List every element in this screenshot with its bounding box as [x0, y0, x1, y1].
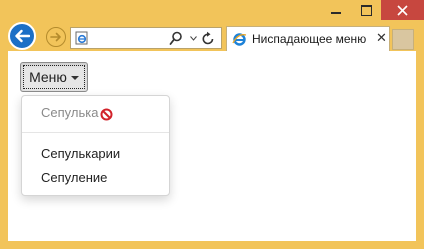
close-window-button[interactable] — [381, 0, 424, 20]
dropdown-item-label: Сепулькарии — [41, 146, 121, 161]
tab-active[interactable]: Ниспадающее меню ✕ — [226, 26, 390, 51]
address-bar[interactable] — [70, 27, 222, 49]
ie-logo-icon — [232, 33, 247, 46]
dropdown-chevron-icon[interactable] — [189, 31, 197, 45]
forward-arrow-icon — [50, 32, 61, 42]
dropdown-menu: Сепулька Сепулькарии Сепуление — [21, 95, 170, 196]
ie-page-icon — [75, 31, 88, 45]
dropdown-item[interactable]: Сепуление — [22, 167, 169, 189]
back-arrow-icon — [15, 29, 30, 43]
search-icon[interactable] — [169, 31, 183, 46]
caret-down-icon — [70, 76, 79, 80]
menu-button-label: Меню — [29, 69, 67, 85]
dropdown-divider — [22, 132, 169, 133]
page-content: Меню Сепулька Сепулькарии Сепуление — [8, 51, 416, 241]
new-tab-button[interactable] — [392, 29, 414, 50]
dropdown-item-label: Сепуление — [41, 170, 108, 185]
back-button[interactable] — [8, 22, 36, 50]
tab-title: Ниспадающее меню — [252, 32, 367, 46]
maximize-icon — [360, 4, 372, 16]
not-allowed-cursor-icon — [100, 108, 113, 121]
tab-close-icon[interactable]: ✕ — [376, 31, 387, 46]
dropdown-item[interactable]: Сепулькарии — [22, 143, 169, 165]
maximize-button[interactable] — [351, 0, 381, 20]
forward-button[interactable] — [46, 27, 66, 47]
close-icon — [397, 4, 408, 16]
minimize-button[interactable] — [321, 0, 351, 20]
dropdown-item-disabled[interactable]: Сепулька — [22, 102, 169, 124]
dropdown-item-label: Сепулька — [41, 105, 99, 120]
browser-window: Ниспадающее меню ✕ Меню Сепулька Сепульк… — [0, 0, 424, 249]
minimize-icon — [331, 12, 341, 14]
menu-dropdown-button[interactable]: Меню — [20, 62, 88, 92]
refresh-icon[interactable] — [201, 31, 215, 46]
